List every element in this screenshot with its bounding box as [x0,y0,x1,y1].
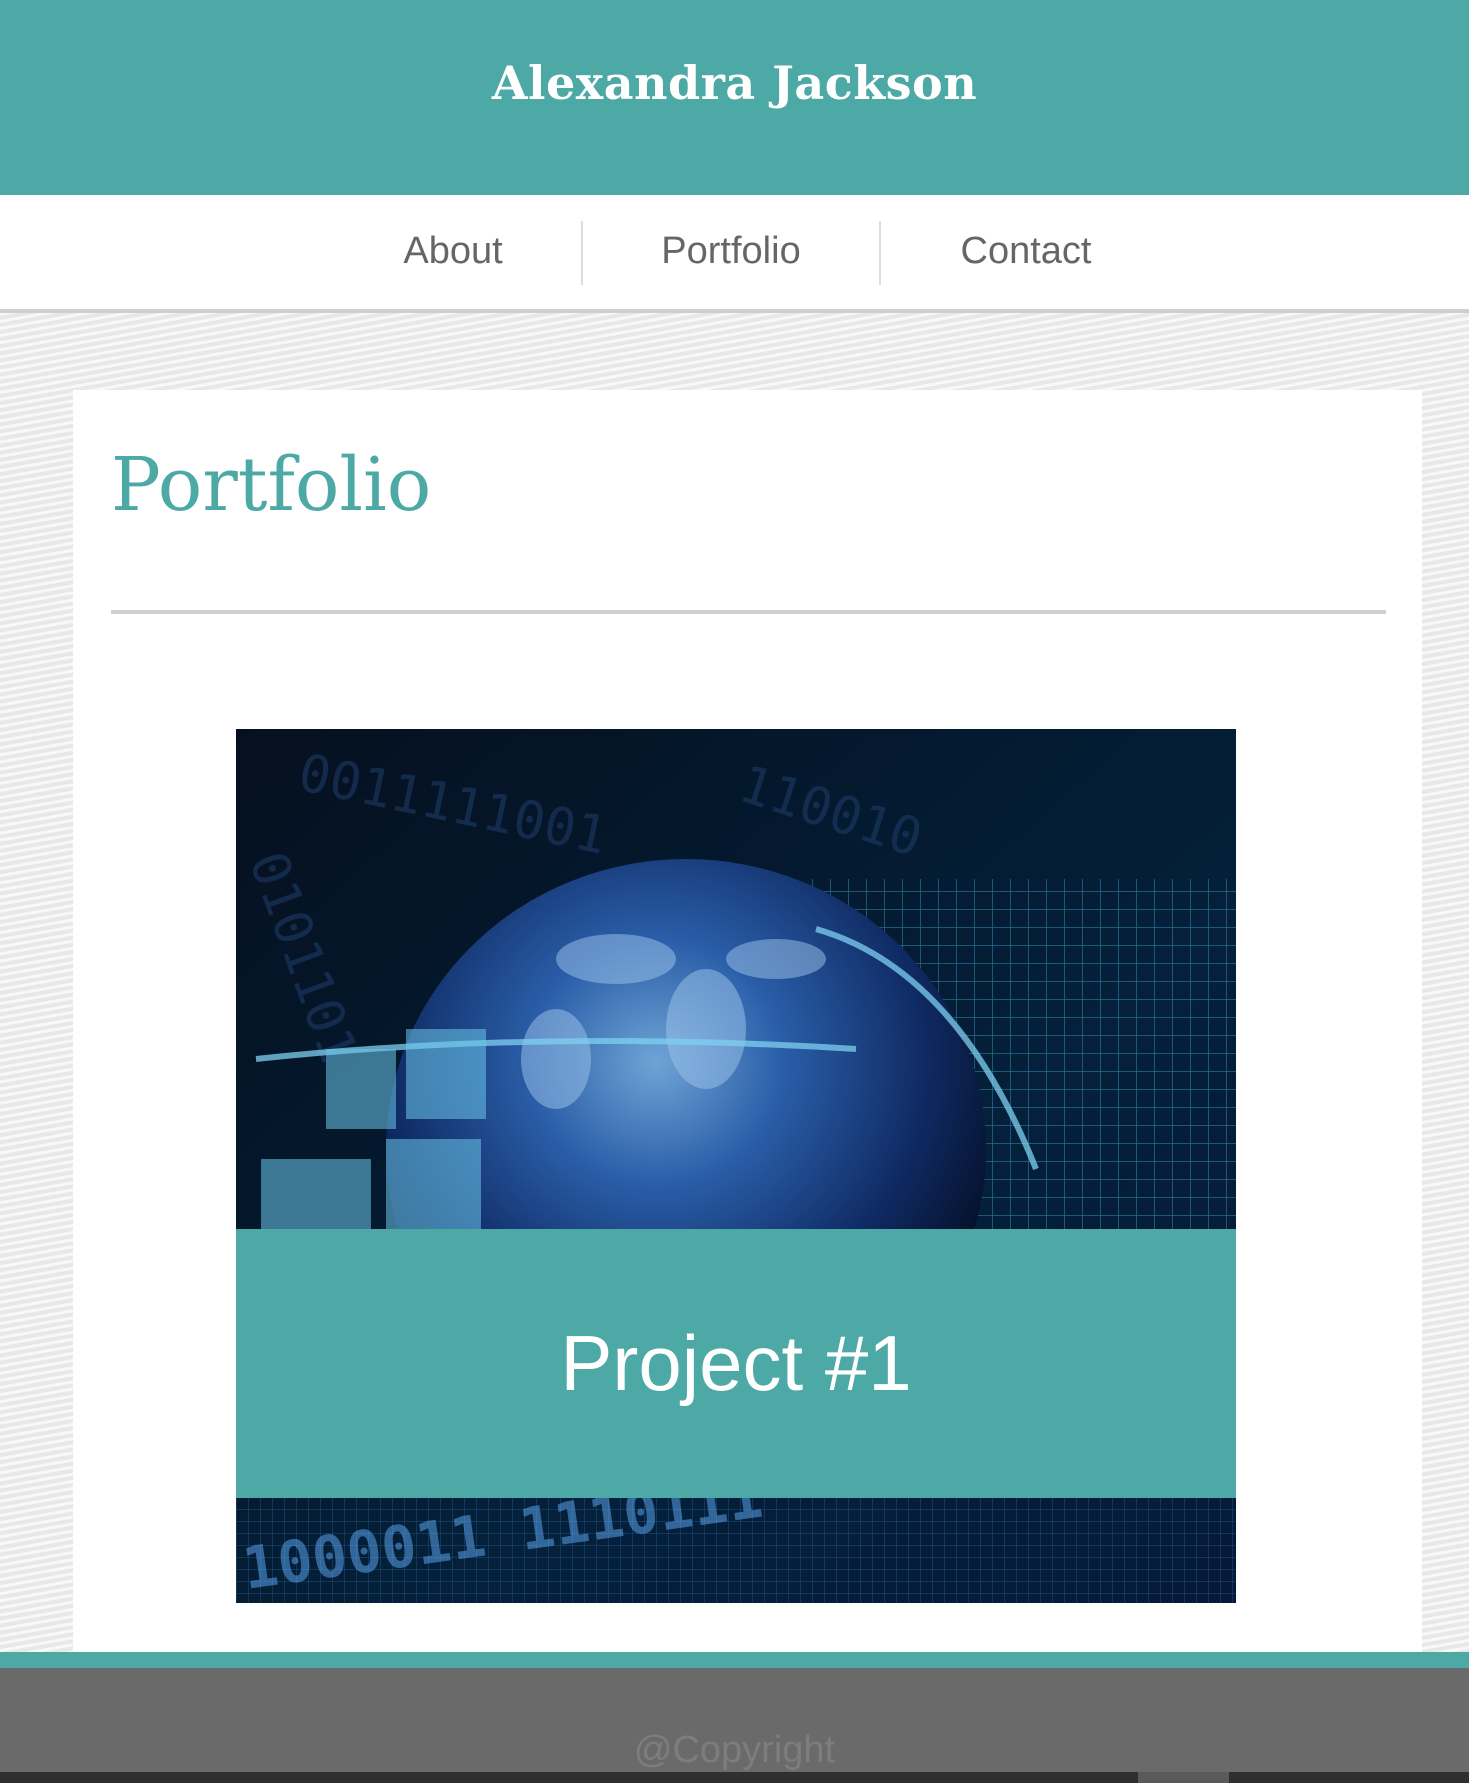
heading-divider [111,610,1386,614]
footer-accent-band [0,1652,1469,1668]
nav-item-about[interactable]: About [380,223,526,279]
content-card: Portfolio 0011111001 0101101 110010 1000… [73,390,1422,1652]
site-title: Alexandra Jackson [491,56,978,110]
nav-item-portfolio[interactable]: Portfolio [630,223,832,279]
site-footer: @Copyright [0,1668,1469,1772]
site-header: Alexandra Jackson [0,0,1469,195]
bottom-strip-segment [1138,1772,1229,1783]
project-card[interactable]: 0011111001 0101101 110010 1000011 111011… [236,729,1236,1603]
project-caption: Project #1 [236,1229,1236,1498]
page-title: Portfolio [111,442,432,528]
copyright-text: @Copyright [633,1729,836,1771]
nav-divider [581,221,583,285]
nav-divider [879,221,881,285]
nav-item-contact[interactable]: Contact [935,223,1117,279]
main-nav: About Portfolio Contact [0,195,1469,313]
bottom-strip [0,1772,1469,1783]
